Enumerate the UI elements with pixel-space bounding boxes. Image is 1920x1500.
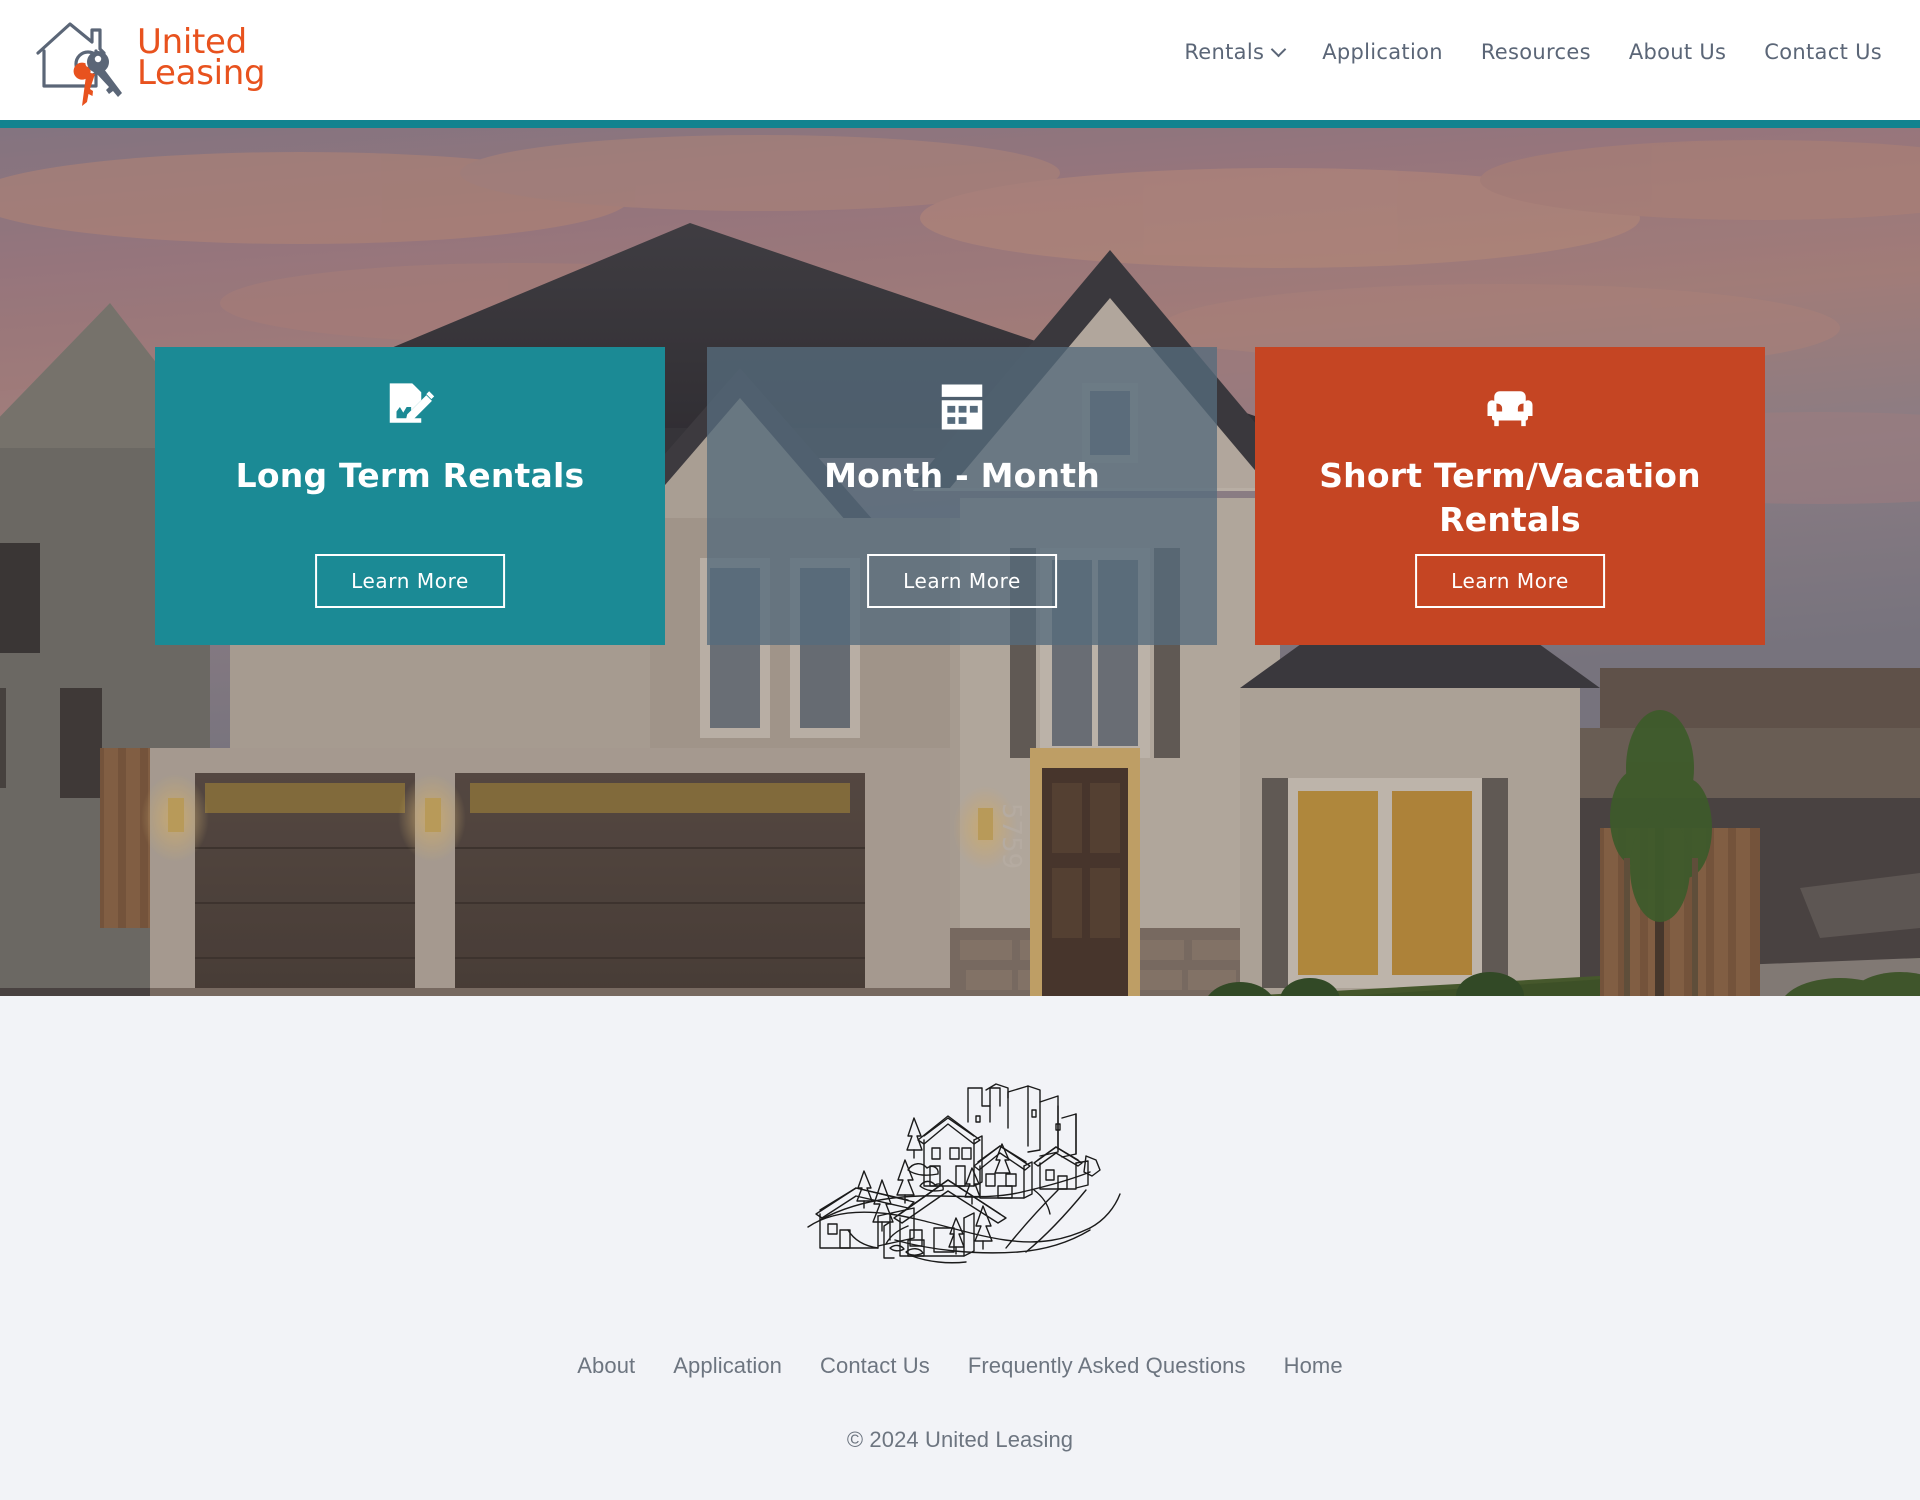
chevron-down-icon bbox=[1270, 41, 1287, 57]
footer-navigation: About Application Contact Us Frequently … bbox=[0, 1353, 1920, 1379]
nav-item-label: Rentals bbox=[1184, 40, 1265, 64]
learn-more-button[interactable]: Learn More bbox=[1415, 554, 1605, 608]
main-navigation: Rentals Application Resources About Us C… bbox=[1165, 40, 1882, 64]
house-with-keys-icon bbox=[30, 8, 135, 108]
header-accent-rule bbox=[0, 120, 1920, 128]
logo-line-2: Leasing bbox=[137, 53, 266, 93]
hero-card-title: Month - Month bbox=[824, 456, 1100, 495]
sofa-icon bbox=[1483, 380, 1537, 434]
document-signature-icon bbox=[383, 380, 437, 434]
nav-item-label: About Us bbox=[1628, 40, 1727, 64]
site-logo[interactable]: United Leasing bbox=[30, 8, 266, 108]
site-header: United Leasing Rentals Application Resou… bbox=[0, 0, 1920, 120]
hero-banner: 5759 Long Term Rentals Learn More Month … bbox=[0, 128, 1920, 996]
nav-item-label: Contact Us bbox=[1764, 40, 1882, 64]
logo-wordmark: United Leasing bbox=[137, 25, 266, 93]
footer-link-home[interactable]: Home bbox=[1265, 1353, 1362, 1379]
nav-item-label: Application bbox=[1322, 40, 1443, 64]
hero-cards: Long Term Rentals Learn More Month - Mon… bbox=[0, 128, 1920, 996]
footer-link-application[interactable]: Application bbox=[654, 1353, 801, 1379]
footer-link-faq[interactable]: Frequently Asked Questions bbox=[949, 1353, 1265, 1379]
nav-item-label: Resources bbox=[1480, 40, 1591, 64]
neighborhood-sketch-icon bbox=[790, 1062, 1130, 1267]
hero-card-title: Short Term/Vacation Rentals bbox=[1319, 456, 1701, 539]
nav-item-about-us[interactable]: About Us bbox=[1610, 40, 1745, 64]
hero-card-month-month[interactable]: Month - Month Learn More bbox=[707, 347, 1217, 645]
hero-card-title: Long Term Rentals bbox=[235, 456, 585, 495]
footer-link-contact-us[interactable]: Contact Us bbox=[801, 1353, 949, 1379]
footer-link-about[interactable]: About bbox=[558, 1353, 654, 1379]
hero-card-short-term-vacation-rentals[interactable]: Short Term/Vacation Rentals Learn More bbox=[1255, 347, 1765, 645]
nav-item-application[interactable]: Application bbox=[1303, 40, 1462, 64]
nav-item-resources[interactable]: Resources bbox=[1462, 40, 1610, 64]
learn-more-button[interactable]: Learn More bbox=[315, 554, 505, 608]
nav-item-rentals[interactable]: Rentals bbox=[1165, 40, 1303, 64]
site-footer: About Application Contact Us Frequently … bbox=[0, 996, 1920, 1500]
learn-more-button[interactable]: Learn More bbox=[867, 554, 1057, 608]
hero-card-long-term-rentals[interactable]: Long Term Rentals Learn More bbox=[155, 347, 665, 645]
nav-item-contact-us[interactable]: Contact Us bbox=[1745, 40, 1882, 64]
calendar-icon bbox=[935, 380, 989, 434]
footer-copyright: © 2024 United Leasing bbox=[846, 1427, 1074, 1452]
